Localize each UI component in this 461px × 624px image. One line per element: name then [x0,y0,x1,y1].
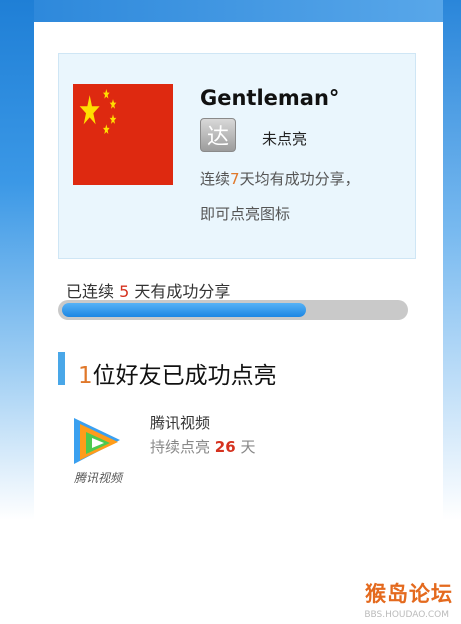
friend-name[interactable]: 腾讯视频 [150,412,210,433]
right-background [443,0,461,520]
friends-title-suffix: 位好友已成功点亮 [92,363,277,389]
badge-tip-line2: 即可点亮图标 [200,205,291,223]
tip-days: 7 [230,170,240,188]
left-background [0,0,34,520]
talent-badge-icon[interactable]: 达 [200,118,236,152]
friend-days-count: 26 [214,438,236,456]
badge-char: 达 [206,125,229,150]
friend-days: 持续点亮 26 天 [150,436,255,457]
streak-progress-bar [58,300,408,320]
top-background [0,0,461,22]
friends-section-title: 1位好友已成功点亮 [78,356,277,390]
tip-suffix: 天均有成功分享， [239,170,360,188]
username: Gentleman° [200,86,340,110]
streak-text: 已连续 5 天有成功分享 [66,278,230,302]
streak-days: 5 [119,282,130,301]
logo-text: 腾讯视频 [74,471,124,485]
friend-days-suffix: 天 [240,438,256,456]
watermark-logo: 猴岛论坛 [365,582,453,606]
watermark-url: BBS.HOUDAO.COM [364,610,449,620]
streak-prefix: 已连续 [66,282,115,301]
tip-prefix: 连续 [200,170,231,188]
tencent-video-logo-icon[interactable]: 腾讯视频 [64,410,132,488]
china-flag-avatar[interactable] [73,84,173,185]
streak-suffix: 天有成功分享 [134,282,231,301]
badge-status: 未点亮 [262,130,308,148]
badge-tip-line1: 连续7天均有成功分享， [200,168,360,189]
friends-count: 1 [78,363,93,389]
section-accent-bar [58,352,65,385]
friend-days-prefix: 持续点亮 [150,438,211,456]
streak-progress-fill [62,303,306,317]
